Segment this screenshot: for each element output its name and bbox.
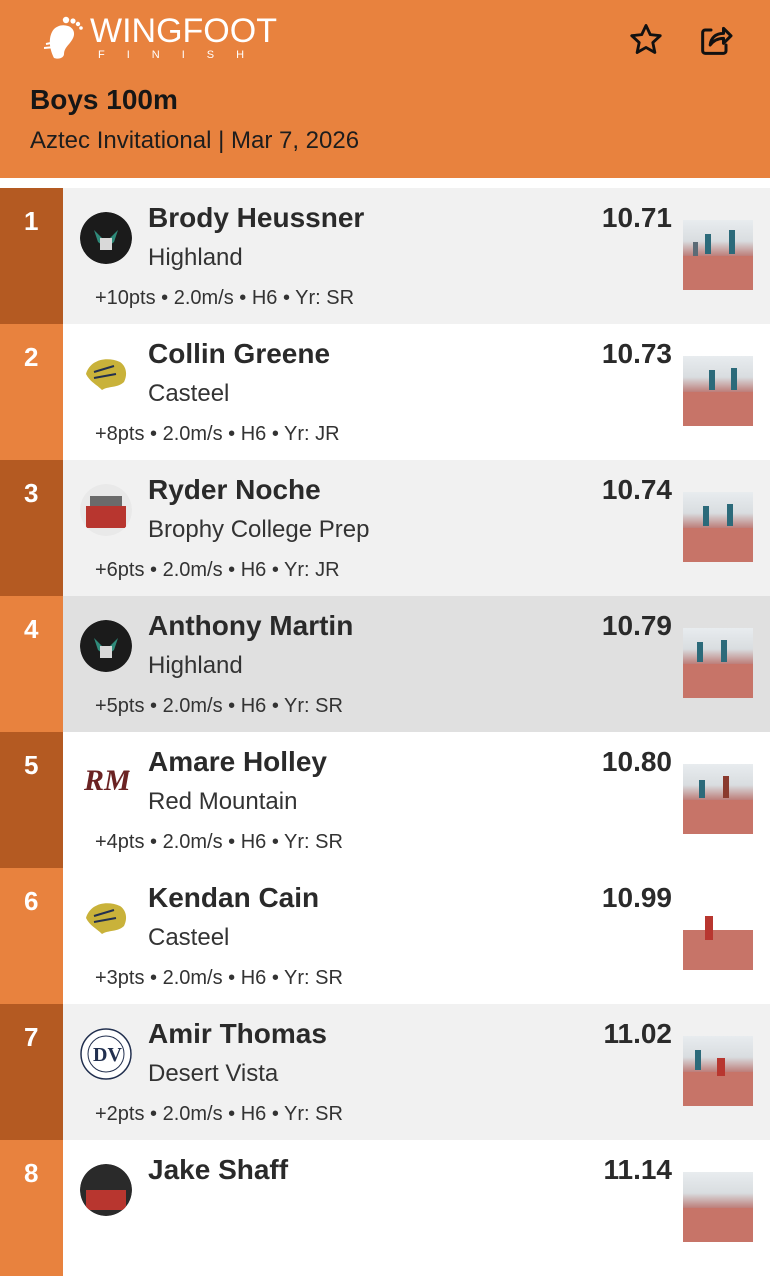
result-row[interactable]: 1 Brody Heussner Highland +10pts • 2.0m/… [0, 188, 770, 324]
finish-photo-thumbnail[interactable] [683, 492, 753, 562]
result-time: 10.73 [601, 338, 672, 369]
result-meta: +3pts • 2.0m/s • H6 • Yr: SR [95, 967, 343, 989]
school-name[interactable]: Brophy College Prep [148, 516, 369, 544]
event-title: Boys 100m [30, 84, 178, 115]
result-meta: +6pts • 2.0m/s • H6 • Yr: JR [95, 559, 340, 581]
place-number: 4 [0, 596, 63, 732]
result-row[interactable]: 6 Kendan Cain Casteel +3pts • 2.0m/s • H… [0, 868, 770, 1004]
athlete-name[interactable]: Collin Greene [148, 338, 330, 370]
result-time: 11.14 [603, 1154, 672, 1185]
brophy-logo [80, 484, 132, 536]
school-name[interactable]: Highland [148, 244, 243, 272]
result-time: 10.99 [601, 882, 672, 913]
athlete-name[interactable]: Kendan Cain [148, 882, 319, 914]
app-header: WINGFOOT FINISH Boys 100m Aztec Invitati… [0, 0, 770, 178]
wingfoot-logo[interactable]: WINGFOOT FINISH [44, 14, 277, 61]
highland-logo [80, 620, 132, 672]
athlete-name[interactable]: Amare Holley [148, 746, 327, 778]
school-name[interactable]: Casteel [148, 924, 229, 952]
school-name[interactable]: Desert Vista [148, 1060, 278, 1088]
place-number: 1 [0, 188, 63, 324]
result-time: 10.79 [601, 610, 672, 641]
divider [0, 178, 770, 188]
finish-photo-thumbnail[interactable] [683, 356, 753, 426]
svg-text:RM: RM [83, 764, 132, 797]
event-subtitle: Aztec Invitational | Mar 7, 2026 [30, 127, 360, 154]
casteel-logo [80, 348, 132, 400]
finish-photo-thumbnail[interactable] [683, 1036, 753, 1106]
share-icon [701, 26, 733, 55]
result-time: 11.02 [603, 1018, 672, 1049]
athlete-name[interactable]: Amir Thomas [148, 1018, 327, 1050]
highland-logo [80, 212, 132, 264]
logo-wordmark: WINGFOOT [90, 12, 277, 50]
result-row[interactable]: 5 RM Amare Holley Red Mountain +4pts • 2… [0, 732, 770, 868]
result-row[interactable]: 2 Collin Greene Casteel +8pts • 2.0m/s •… [0, 324, 770, 460]
place-number: 5 [0, 732, 63, 868]
place-number: 8 [0, 1140, 63, 1276]
school-name[interactable]: Highland [148, 652, 243, 680]
wingfoot-icon [44, 16, 83, 59]
star-outline-icon [630, 24, 662, 54]
result-meta: +2pts • 2.0m/s • H6 • Yr: SR [95, 1103, 343, 1125]
athlete-name[interactable]: Brody Heussner [148, 202, 364, 234]
place-number: 6 [0, 868, 63, 1004]
result-meta: +4pts • 2.0m/s • H6 • Yr: SR [95, 831, 343, 853]
place-number: 2 [0, 324, 63, 460]
result-time: 10.74 [601, 474, 672, 505]
favorite-button[interactable] [624, 18, 668, 62]
athlete-name[interactable]: Anthony Martin [148, 610, 353, 642]
athlete-name[interactable]: Jake Shaff [148, 1154, 288, 1186]
school-name[interactable]: Casteel [148, 380, 229, 408]
finish-photo-thumbnail[interactable] [683, 764, 753, 834]
brophy-logo [80, 1164, 132, 1216]
share-button[interactable] [694, 18, 738, 62]
result-meta: +10pts • 2.0m/s • H6 • Yr: SR [95, 287, 355, 309]
finish-photo-thumbnail[interactable] [683, 1172, 753, 1242]
logo-subtitle: FINISH [98, 49, 267, 61]
result-meta: +5pts • 2.0m/s • H6 • Yr: SR [95, 695, 343, 717]
school-name[interactable]: Red Mountain [148, 788, 297, 816]
athlete-name[interactable]: Ryder Noche [148, 474, 321, 506]
casteel-logo [80, 892, 132, 944]
results-list: 1 Brody Heussner Highland +10pts • 2.0m/… [0, 188, 770, 1276]
finish-photo-thumbnail[interactable] [683, 220, 753, 290]
svg-text:DV: DV [93, 1044, 122, 1066]
red-mountain-logo: RM [80, 756, 132, 808]
place-number: 3 [0, 460, 63, 596]
result-row[interactable]: 3 Ryder Noche Brophy College Prep +6pts … [0, 460, 770, 596]
place-number: 7 [0, 1004, 63, 1140]
finish-photo-thumbnail[interactable] [683, 628, 753, 698]
result-time: 10.71 [601, 202, 672, 233]
result-row[interactable]: 4 Anthony Martin Highland +5pts • 2.0m/s… [0, 596, 770, 732]
result-time: 10.80 [601, 746, 672, 777]
finish-photo-thumbnail[interactable] [683, 900, 753, 970]
desert-vista-logo: DV [80, 1028, 132, 1080]
result-meta: +8pts • 2.0m/s • H6 • Yr: JR [95, 423, 340, 445]
result-row[interactable]: 7 DV Amir Thomas Desert Vista +2pts • 2.… [0, 1004, 770, 1140]
result-row[interactable]: 8 Jake Shaff 11.14 [0, 1140, 770, 1276]
